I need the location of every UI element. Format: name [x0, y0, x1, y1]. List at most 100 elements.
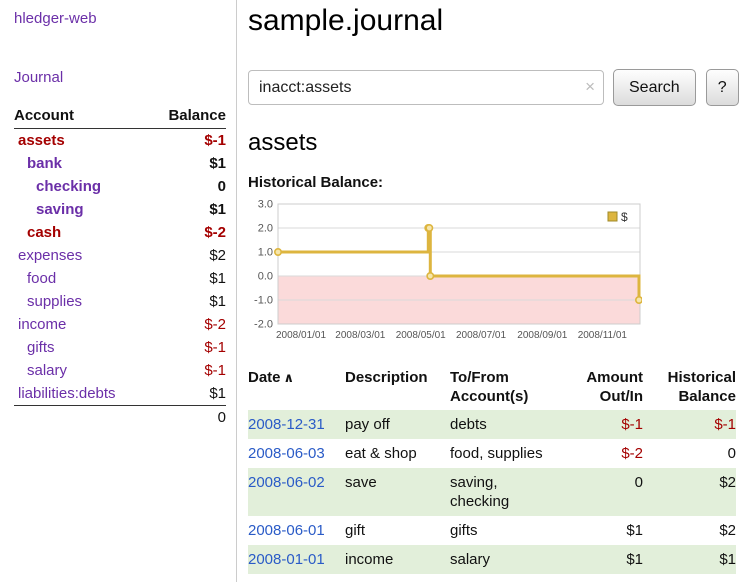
account-link[interactable]: bank [27, 155, 62, 172]
transaction-date-link[interactable]: 2008-12-31 [248, 416, 325, 433]
transaction-amount: $1 [573, 516, 643, 545]
transaction-description: save [345, 468, 450, 516]
account-link[interactable]: expenses [18, 247, 82, 264]
transaction-description: eat & shop [345, 439, 450, 468]
column-header-balance: Historical Balance [643, 366, 736, 410]
transaction-amount: $1 [573, 545, 643, 574]
transaction-balance: $2 [643, 468, 736, 516]
x-tick-label: 2008/05/01 [396, 330, 446, 341]
account-row: cash $-2 [14, 221, 226, 244]
journal-link[interactable]: Journal [14, 69, 63, 86]
account-link[interactable]: assets [18, 132, 65, 149]
account-balance: $-1 [149, 359, 226, 382]
transaction-accounts: debts [450, 410, 573, 439]
transaction-accounts: saving, checking [450, 468, 573, 516]
account-link[interactable]: supplies [27, 293, 82, 310]
account-balance: 0 [149, 175, 226, 198]
search-box: × [248, 70, 604, 105]
account-link[interactable]: gifts [27, 339, 55, 356]
account-balance: $-2 [149, 221, 226, 244]
accounts-header-balance: Balance [149, 104, 226, 129]
account-balance: $-1 [149, 129, 226, 153]
account-row: assets $-1 [14, 129, 226, 153]
register-header-row: Date∧ Description To/From Account(s) Amo… [248, 366, 736, 410]
transaction-amount: $-1 [573, 410, 643, 439]
search-input[interactable] [248, 70, 604, 105]
account-link[interactable]: checking [36, 178, 101, 195]
account-link[interactable]: cash [27, 224, 61, 241]
account-row: salary $-1 [14, 359, 226, 382]
column-header-date[interactable]: Date∧ [248, 366, 345, 410]
account-row: expenses $2 [14, 244, 226, 267]
transaction-date-link[interactable]: 2008-01-01 [248, 551, 325, 568]
y-tick-label: -1.0 [254, 295, 273, 307]
transaction-date-link[interactable]: 2008-06-03 [248, 445, 325, 462]
page-title: sample.journal [248, 2, 739, 40]
account-row: liabilities:debts $1 [14, 382, 226, 406]
main-content: sample.journal × Search ? assets Histori… [237, 0, 742, 582]
account-row: gifts$-1 [14, 336, 226, 359]
register-row: 2008-06-01giftgifts$1$2 [248, 516, 736, 545]
account-balance: $1 [149, 198, 226, 221]
account-heading: assets [248, 129, 739, 157]
account-link[interactable]: salary [27, 362, 67, 379]
y-tick-label: 2.0 [258, 223, 273, 235]
accounts-header-account: Account [14, 104, 149, 129]
account-link[interactable]: income [18, 316, 66, 333]
account-link[interactable]: food [27, 270, 56, 287]
account-balance: $1 [149, 267, 226, 290]
accounts-table: Account Balance assets$-1bank$1checking0… [14, 104, 226, 429]
register-table: Date∧ Description To/From Account(s) Amo… [248, 366, 736, 574]
transaction-date-link[interactable]: 2008-06-01 [248, 522, 325, 539]
chart-svg: 3.0 2.0 1.0 0.0 -1.0 -2.02008/01/01 2008/03/01… [248, 198, 642, 344]
account-balance: $1 [149, 290, 226, 313]
search-button[interactable]: Search [613, 69, 696, 106]
accounts-total-balance: 0 [149, 406, 226, 430]
y-tick-label: 1.0 [258, 247, 273, 259]
hledger-web-app: hledger-web Journal Account Balance asse… [0, 0, 742, 582]
register-row: 2008-12-31pay offdebts$-1$-1 [248, 410, 736, 439]
transaction-date-link[interactable]: 2008-06-02 [248, 474, 325, 491]
register-row: 2008-06-02savesaving, checking0$2 [248, 468, 736, 516]
account-link[interactable]: liabilities:debts [18, 385, 116, 402]
x-tick-label: 2008/11/01 [578, 330, 628, 341]
transaction-description: pay off [345, 410, 450, 439]
legend-label: $ [621, 210, 628, 224]
accounts-header-row: Account Balance [14, 104, 226, 129]
account-row: checking 0 [14, 175, 226, 198]
clear-search-icon[interactable]: × [585, 77, 595, 97]
data-point-marker [427, 273, 433, 279]
account-row: food $1 [14, 267, 226, 290]
account-row: saving $1 [14, 198, 226, 221]
chart-title: Historical Balance: [248, 174, 739, 191]
account-row: bank$1 [14, 152, 226, 175]
transaction-description: income [345, 545, 450, 574]
app-title-link[interactable]: hledger-web [14, 10, 97, 27]
transaction-amount: $-2 [573, 439, 643, 468]
account-link[interactable]: saving [36, 201, 84, 218]
y-tick-label: -2.0 [254, 319, 273, 331]
x-tick-label: 2008/09/01 [517, 330, 567, 341]
account-balance: $1 [149, 382, 226, 406]
accounts-total-row: 0 [14, 406, 226, 430]
legend-swatch [608, 212, 617, 221]
x-tick-label: 2008/03/01 [335, 330, 385, 341]
account-balance: $-2 [149, 313, 226, 336]
sort-ascending-icon: ∧ [284, 370, 295, 385]
help-button[interactable]: ? [706, 69, 739, 106]
x-tick-label: 2008/07/01 [456, 330, 506, 341]
transaction-balance: $-1 [643, 410, 736, 439]
historical-balance-chart: 3.0 2.0 1.0 0.0 -1.0 -2.02008/01/01 2008/03/01… [248, 198, 739, 348]
data-point-marker [426, 225, 432, 231]
y-tick-label: 0.0 [258, 271, 273, 283]
account-row: supplies $1 [14, 290, 226, 313]
account-balance: $2 [149, 244, 226, 267]
x-tick-label: 2008/01/01 [276, 330, 326, 341]
search-bar: × Search ? [248, 69, 739, 106]
y-tick-label: 3.0 [258, 199, 273, 211]
transaction-balance: $2 [643, 516, 736, 545]
register-row: 2008-06-03eat & shopfood, supplies$-20 [248, 439, 736, 468]
register-row: 2008-01-01incomesalary$1$1 [248, 545, 736, 574]
transaction-accounts: salary [450, 545, 573, 574]
transaction-accounts: food, supplies [450, 439, 573, 468]
